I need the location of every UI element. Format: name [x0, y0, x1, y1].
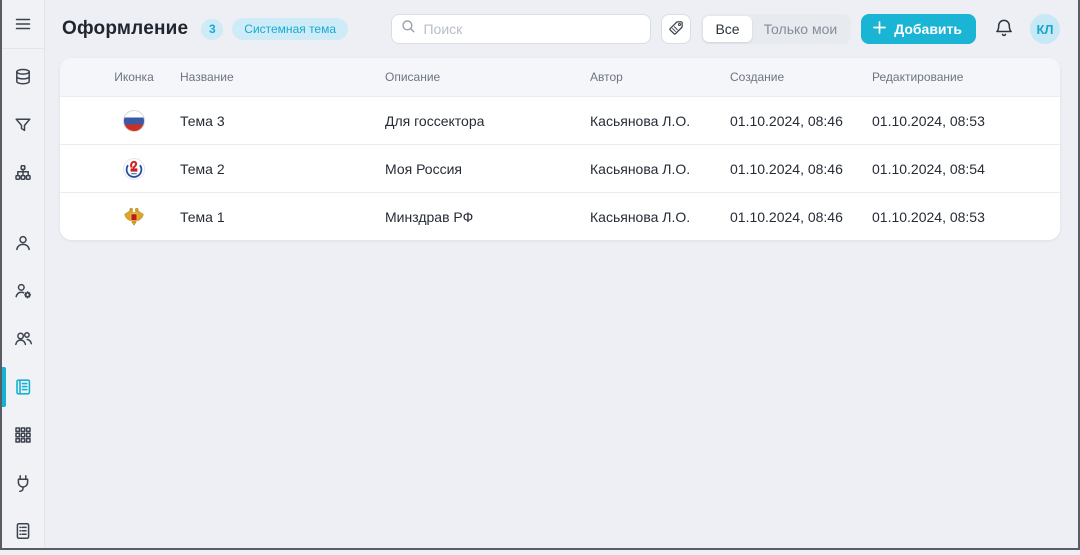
theme-edited: 01.10.2024, 08:53	[872, 112, 985, 129]
column-header-1: Иконка	[114, 70, 154, 84]
theme-author: Касьянова Л.О.	[590, 160, 691, 177]
theme-description: Моя Россия	[385, 160, 462, 177]
plug-icon	[13, 473, 33, 493]
theme-author: Касьянова Л.О.	[590, 112, 691, 129]
table-row[interactable]: Тема 1 Минздрав РФ Касьянова Л.О. 01.10.202…	[60, 192, 1060, 240]
count-badge: 3	[201, 18, 224, 40]
apps-grid-icon	[13, 425, 33, 445]
sidebar-header	[2, 0, 44, 49]
theme-edited: 01.10.2024, 08:53	[872, 208, 985, 225]
sidebar-item-plug[interactable]	[2, 459, 44, 507]
sidebar-item-users-group[interactable]	[2, 315, 44, 363]
search-input[interactable]	[423, 21, 642, 37]
table-row[interactable]: Тема 2 Моя Россия Касьянова Л.О. 01.10.2024…	[60, 144, 1060, 192]
russia-flag-icon	[60, 109, 180, 133]
main-content: Оформление 3 Системная тема Все Только м…	[45, 0, 1078, 548]
app-window: Оформление 3 Системная тема Все Только м…	[0, 0, 1080, 550]
sidebar-nav-secondary	[2, 201, 44, 555]
database-icon	[13, 67, 33, 87]
sidebar	[2, 0, 45, 548]
theme-created: 01.10.2024, 08:46	[730, 208, 843, 225]
user-icon	[13, 233, 33, 253]
theme-author: Касьянова Л.О.	[590, 208, 691, 225]
ownership-filter: Все Только мои	[701, 14, 852, 44]
theme-created: 01.10.2024, 08:46	[730, 160, 843, 177]
add-button-label: Добавить	[894, 21, 962, 37]
hamburger-icon	[13, 14, 33, 34]
search-icon	[401, 19, 416, 39]
journal-icon	[13, 377, 33, 397]
system-theme-chip: Системная тема	[232, 18, 349, 40]
column-header-6: Редактирование	[872, 70, 964, 84]
column-header-3: Описание	[385, 70, 441, 84]
column-header-5: Создание	[730, 70, 785, 84]
sidebar-item-user[interactable]	[2, 219, 44, 267]
sidebar-item-journal[interactable]	[2, 363, 44, 411]
search-box	[391, 14, 652, 44]
theme-name: Тема 1	[180, 208, 225, 225]
bell-icon	[993, 17, 1015, 42]
sidebar-item-user-settings[interactable]	[2, 267, 44, 315]
document-list-icon	[13, 521, 33, 541]
plus-icon	[872, 20, 887, 38]
top-bar: Оформление 3 Системная тема Все Только м…	[45, 0, 1078, 58]
minzdrav-emblem-icon	[60, 205, 180, 229]
moya-rossiya-icon	[60, 157, 180, 181]
notifications-button[interactable]	[993, 17, 1015, 42]
users-group-icon	[13, 329, 33, 349]
filter-mine-button[interactable]: Только мои	[752, 16, 850, 42]
table-row[interactable]: Тема 3 Для госсектора Касьянова Л.О. 01.10.…	[60, 96, 1060, 144]
theme-name: Тема 3	[180, 112, 225, 129]
hierarchy-icon	[13, 163, 33, 183]
sidebar-nav-primary	[2, 49, 44, 197]
add-button[interactable]: Добавить	[861, 14, 976, 44]
theme-created: 01.10.2024, 08:46	[730, 112, 843, 129]
table-header-row: Иконка Название Описание Автор Создание Редак…	[60, 58, 1060, 96]
sidebar-item-hierarchy[interactable]	[2, 149, 44, 197]
themes-table: Иконка Название Описание Автор Создание Редак…	[60, 58, 1060, 240]
filter-all-button[interactable]: Все	[703, 16, 752, 42]
user-settings-icon	[13, 281, 33, 301]
theme-description: Для госсектора	[385, 112, 485, 129]
sidebar-item-document-list[interactable]	[2, 507, 44, 555]
theme-name: Тема 2	[180, 160, 225, 177]
page-title: Оформление	[62, 18, 189, 39]
sidebar-item-database[interactable]	[2, 53, 44, 101]
table-body: Тема 3 Для госсектора Касьянова Л.О. 01.10.…	[60, 96, 1060, 240]
sidebar-item-apps-grid[interactable]	[2, 411, 44, 459]
tags-filter-button[interactable]	[661, 14, 692, 44]
theme-description: Минздрав РФ	[385, 208, 474, 225]
menu-toggle-button[interactable]	[2, 0, 44, 48]
theme-edited: 01.10.2024, 08:54	[872, 160, 985, 177]
user-avatar[interactable]: КЛ	[1030, 14, 1060, 44]
tag-icon	[667, 19, 685, 40]
column-header-4: Автор	[590, 70, 623, 84]
column-header-2: Название	[180, 70, 234, 84]
sidebar-item-filter[interactable]	[2, 101, 44, 149]
filter-icon	[13, 115, 33, 135]
